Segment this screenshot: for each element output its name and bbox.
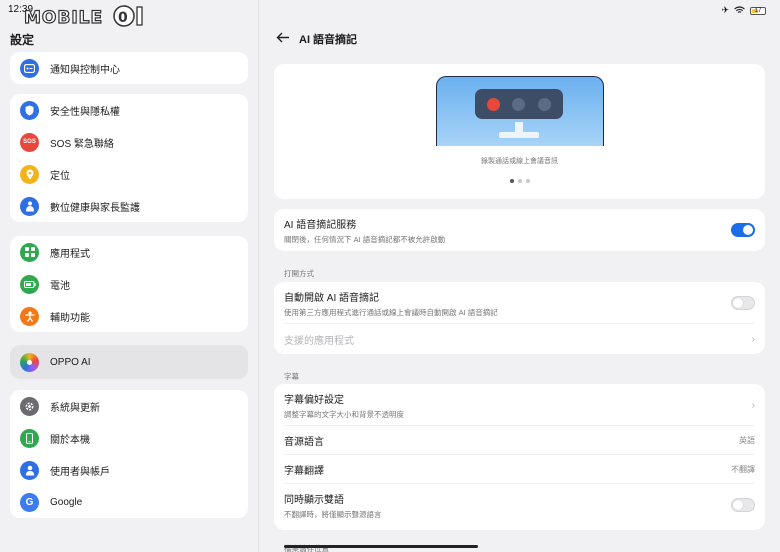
sidebar-item-label: 系統與更新 xyxy=(50,402,100,414)
subtitle-prefs-row[interactable]: 字幕偏好設定 調整字幕的文字大小和背景不透明度 › xyxy=(274,384,765,426)
carousel-dot[interactable] xyxy=(525,179,530,183)
accessibility-icon xyxy=(20,306,39,326)
service-card: AI 語音摘記服務 關閉後，任何情況下 AI 語音摘記都不被允許啟動 xyxy=(274,209,765,251)
auto-open-subtitle: 使用第三方應用程式進行通話或線上會議時自動開啟 AI 語音摘記 xyxy=(284,307,498,317)
open-method-card: 自動開啟 AI 語音摘記 使用第三方應用程式進行通話或線上會議時自動開啟 AI … xyxy=(274,282,765,354)
bilingual-subtitle: 不翻譯時，將僅顯示聲源語言 xyxy=(284,509,382,519)
sidebar-item-label: 應用程式 xyxy=(50,248,90,260)
bilingual-title: 同時顯示雙語 xyxy=(284,494,344,506)
bilingual-toggle[interactable] xyxy=(731,498,755,512)
arrow-left-icon xyxy=(276,32,289,42)
google-icon: G xyxy=(20,492,39,512)
source-language-row[interactable]: 音源語言 英語 xyxy=(274,426,765,455)
sos-icon: SOS xyxy=(20,132,39,152)
section-label-subtitles: 字幕 xyxy=(284,372,299,381)
record-icon xyxy=(487,97,501,111)
carousel-dot[interactable] xyxy=(509,179,514,183)
apps-icon xyxy=(20,242,39,262)
sidebar-item-google[interactable]: G Google xyxy=(10,486,248,518)
sidebar-item-security[interactable]: 安全性與隱私權 xyxy=(10,94,248,126)
home-indicator[interactable] xyxy=(284,545,478,548)
sidebar-item-location[interactable]: 定位 xyxy=(10,158,248,190)
recording-pill xyxy=(475,89,563,119)
location-icon xyxy=(20,164,39,184)
chevron-right-icon: › xyxy=(751,399,755,411)
hero-card: 錄製通話或線上會議音訊 xyxy=(274,64,765,199)
carousel-dot[interactable] xyxy=(517,179,522,183)
service-title: AI 語音摘記服務 xyxy=(284,219,357,231)
detail-panel: AI 語音摘記 錄製通話或線上會議音訊 AI 語音摘記服務 關閉後，任何情況下 … xyxy=(260,0,780,552)
shield-icon xyxy=(20,100,39,120)
sidebar-item-label: 使用者與帳戶 xyxy=(50,466,110,478)
sidebar-item-label: 輔助功能 xyxy=(50,312,90,324)
sidebar-item-wellbeing[interactable]: 數位健康與家長監護 xyxy=(10,190,248,222)
sidebar-item-battery[interactable]: 電池 xyxy=(10,268,248,300)
section-label-open-method: 打開方式 xyxy=(284,269,314,278)
subtitle-translation-value: 不翻譯 xyxy=(731,465,755,474)
subtitle-translation-row[interactable]: 字幕翻譯 不翻譯 xyxy=(274,455,765,484)
gear-icon xyxy=(20,396,39,416)
hero-illustration xyxy=(436,76,604,146)
settings-title: 設定 xyxy=(10,33,35,47)
supported-apps-label: 支援的應用程式 xyxy=(284,335,354,347)
sidebar-item-label: 關於本機 xyxy=(50,434,90,446)
sidebar-item-label: 電池 xyxy=(50,280,70,292)
subtitle-prefs-title: 字幕偏好設定 xyxy=(284,394,344,406)
subtitle-prefs-subtitle: 調整字幕的文字大小和背景不透明度 xyxy=(284,409,404,419)
sidebar-item-system-update[interactable]: 系統與更新 xyxy=(10,390,248,422)
auto-open-toggle[interactable] xyxy=(731,296,755,310)
back-button[interactable] xyxy=(274,28,292,46)
pill-icon xyxy=(537,97,551,111)
sidebar-item-label: 數位健康與家長監護 xyxy=(50,202,140,214)
supported-apps-row[interactable]: 支援的應用程式 › xyxy=(274,324,765,354)
subtitle-translation-title: 字幕翻譯 xyxy=(284,466,324,477)
settings-group: 通知與控制中心 xyxy=(10,52,248,84)
user-icon xyxy=(20,460,39,480)
sidebar-item-label: 通知與控制中心 xyxy=(50,64,120,76)
auto-open-row[interactable]: 自動開啟 AI 語音摘記 使用第三方應用程式進行通話或線上會議時自動開啟 AI … xyxy=(274,282,765,324)
wellbeing-icon xyxy=(20,196,39,216)
sidebar-item-users-accounts[interactable]: 使用者與帳戶 xyxy=(10,454,248,486)
notification-icon xyxy=(20,58,39,78)
sidebar-item-apps[interactable]: 應用程式 xyxy=(10,236,248,268)
sidebar-item-label: 定位 xyxy=(50,170,70,182)
settings-sidebar: 設定 通知與控制中心 安全性與隱私權 SOS SOS 緊急聯絡 定位 數位健康與… xyxy=(0,0,259,552)
hero-stand xyxy=(515,122,523,132)
hero-caption: 錄製通話或線上會議音訊 xyxy=(481,158,558,165)
auto-open-title: 自動開啟 AI 語音摘記 xyxy=(284,292,380,304)
source-language-value: 英語 xyxy=(739,436,755,445)
sidebar-item-about-phone[interactable]: 關於本機 xyxy=(10,422,248,454)
settings-group: 安全性與隱私權 SOS SOS 緊急聯絡 定位 數位健康與家長監護 xyxy=(10,94,248,222)
hero-base xyxy=(499,132,539,138)
battery-icon xyxy=(20,274,39,294)
sidebar-item-label: SOS 緊急聯絡 xyxy=(50,138,114,150)
sidebar-item-label: OPPO AI xyxy=(50,356,91,368)
oppo-ai-icon xyxy=(20,352,39,372)
pill-icon xyxy=(512,97,526,111)
sidebar-item-notifications[interactable]: 通知與控制中心 xyxy=(10,52,248,84)
bilingual-row[interactable]: 同時顯示雙語 不翻譯時，將僅顯示聲源語言 xyxy=(274,484,765,526)
settings-group: 應用程式 電池 輔助功能 xyxy=(10,236,248,332)
sidebar-item-sos[interactable]: SOS SOS 緊急聯絡 xyxy=(10,126,248,158)
chevron-right-icon: › xyxy=(751,333,755,345)
source-language-title: 音源語言 xyxy=(284,437,324,448)
sidebar-item-accessibility[interactable]: 輔助功能 xyxy=(10,300,248,332)
settings-group: OPPO AI xyxy=(10,345,248,379)
settings-group: 系統與更新 關於本機 使用者與帳戶 G Google xyxy=(10,390,248,518)
subtitle-card: 字幕偏好設定 調整字幕的文字大小和背景不透明度 › 音源語言 英語 字幕翻譯 不… xyxy=(274,384,765,530)
sidebar-item-oppo-ai[interactable]: OPPO AI xyxy=(10,345,248,379)
service-row[interactable]: AI 語音摘記服務 關閉後，任何情況下 AI 語音摘記都不被允許啟動 xyxy=(274,209,765,251)
page-title: AI 語音摘記 xyxy=(299,34,358,46)
phone-icon xyxy=(20,428,39,448)
carousel-dots[interactable] xyxy=(274,179,765,183)
service-toggle[interactable] xyxy=(731,223,755,237)
sidebar-item-label: Google xyxy=(50,496,83,508)
sidebar-item-label: 安全性與隱私權 xyxy=(50,106,120,118)
service-subtitle: 關閉後，任何情況下 AI 語音摘記都不被允許啟動 xyxy=(284,234,446,244)
